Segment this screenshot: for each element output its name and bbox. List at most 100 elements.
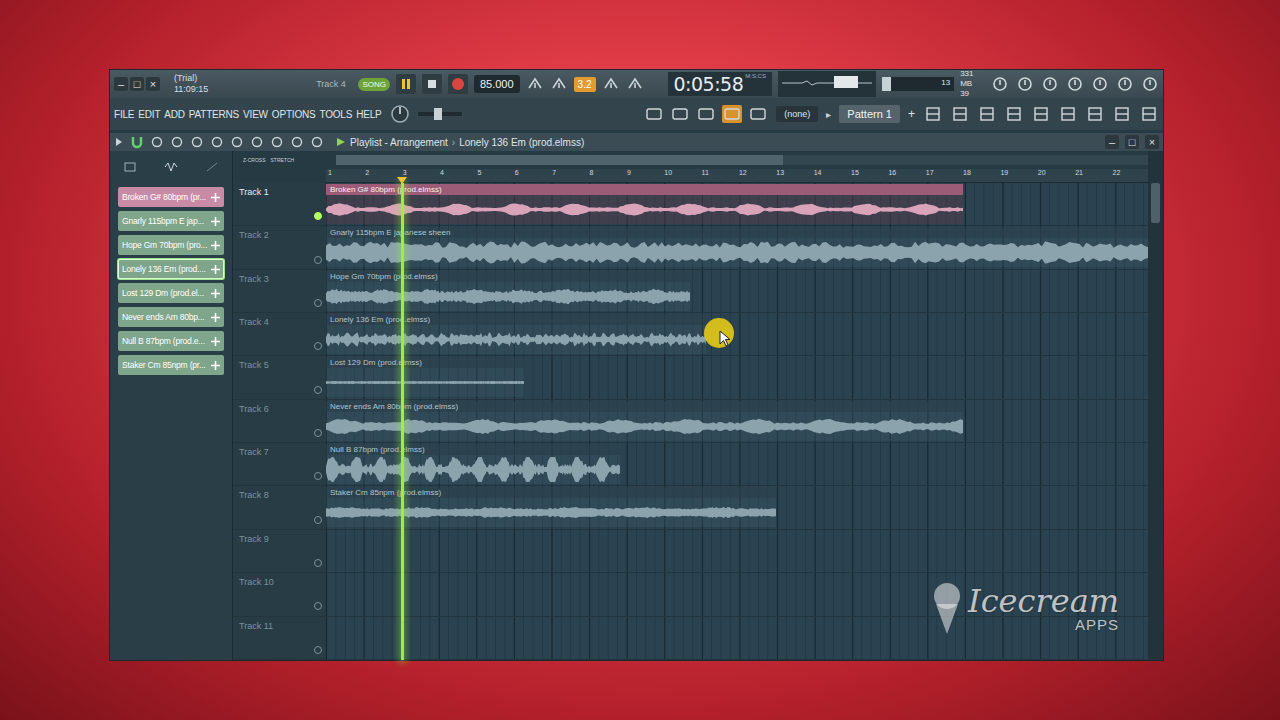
menu-item[interactable]: HELP <box>356 109 381 120</box>
track-header[interactable]: Track 9 <box>233 530 326 572</box>
menu-item[interactable]: EDIT <box>138 109 160 120</box>
track-header[interactable]: Track 5 <box>233 356 326 398</box>
track-header[interactable]: Track 7 <box>233 443 326 485</box>
track-lane[interactable]: Hope Gm 70bpm (prod.elmss) <box>326 270 1148 312</box>
track-header[interactable]: Track 10 <box>233 573 326 615</box>
track-led[interactable] <box>314 299 322 307</box>
track-led[interactable] <box>314 602 322 610</box>
menu-item[interactable]: VIEW <box>243 109 268 120</box>
track-header[interactable]: Track 1 <box>233 183 326 225</box>
channel-selector[interactable]: (none) <box>776 106 818 122</box>
link-icon[interactable] <box>722 105 742 123</box>
drag-handle-icon[interactable] <box>211 265 220 274</box>
pitch-thumb[interactable] <box>434 108 442 120</box>
magnet-icon[interactable] <box>130 135 144 149</box>
pianoroll-icon[interactable] <box>950 105 970 123</box>
audio-clip[interactable]: Lost 129 Dm (prod.elmss) <box>326 357 524 397</box>
track-header[interactable]: Track 3 <box>233 270 326 312</box>
slip-icon[interactable] <box>230 135 244 149</box>
pattern-length-badge[interactable]: 3.2 <box>574 77 596 92</box>
track-lane[interactable]: Staker Cm 85npm (prod.elmss) <box>326 486 1148 528</box>
pause-button[interactable] <box>396 74 416 94</box>
clip-item[interactable]: Staker Cm 85npm (pr... <box>118 355 224 375</box>
scroll-thumb[interactable] <box>1151 183 1160 223</box>
delete-icon[interactable] <box>190 135 204 149</box>
playhead[interactable] <box>401 183 404 660</box>
track-lane[interactable]: Broken G# 80bpm (prod.elmss) <box>326 183 1148 225</box>
playlist-window-button[interactable]: □ <box>1125 135 1139 149</box>
track-led[interactable] <box>314 472 322 480</box>
clip-item[interactable]: Hope Gm 70bpm (pro... <box>118 235 224 255</box>
paint-icon[interactable] <box>170 135 184 149</box>
pattern-arrow[interactable]: ▸ <box>826 109 831 120</box>
track-led[interactable] <box>314 429 322 437</box>
mic-icon[interactable] <box>1041 75 1059 93</box>
play-icon[interactable] <box>310 135 324 149</box>
touch-icon[interactable] <box>1112 105 1132 123</box>
track-lane[interactable]: Null B 87bpm (prod.elmss) <box>326 443 1148 485</box>
add-pattern-button[interactable]: + <box>908 107 915 121</box>
mute-icon[interactable] <box>210 135 224 149</box>
drag-handle-icon[interactable] <box>211 337 220 346</box>
song-time[interactable]: 0:05:58 M:S:CS <box>668 72 772 96</box>
clip-item[interactable]: Lost 129 Dm (prod.el... <box>118 283 224 303</box>
menu-item[interactable]: PATTERNS <box>189 109 239 120</box>
export-icon[interactable] <box>1116 75 1134 93</box>
clip-item[interactable]: Lonely 136 Em (prod.... <box>118 259 224 279</box>
track-led[interactable] <box>314 559 322 567</box>
track-header[interactable]: Track 8 <box>233 486 326 528</box>
menu-item[interactable]: TOOLS <box>319 109 352 120</box>
master-pitch-slider[interactable] <box>418 112 462 116</box>
track-led[interactable] <box>314 516 322 524</box>
zoom-icon[interactable] <box>290 135 304 149</box>
stop-button[interactable] <box>422 74 442 94</box>
drag-handle-icon[interactable] <box>211 217 220 226</box>
track-header[interactable]: Track 4 <box>233 313 326 355</box>
channel-icon[interactable] <box>1004 105 1024 123</box>
loop-icon[interactable] <box>602 76 620 92</box>
slice-icon[interactable] <box>250 135 264 149</box>
automation-tab-icon[interactable] <box>205 161 219 173</box>
window-button[interactable]: – <box>114 77 128 91</box>
drag-handle-icon[interactable] <box>211 193 220 202</box>
track-led[interactable] <box>314 646 322 654</box>
audio-clip[interactable]: Null B 87bpm (prod.elmss) <box>326 444 620 484</box>
track-lane[interactable] <box>326 530 1148 572</box>
step-icon[interactable] <box>626 76 644 92</box>
window-button[interactable]: × <box>146 77 160 91</box>
audio-clip[interactable]: Gnarly 115bpm E japanese sheen <box>326 227 1148 267</box>
audio-clip[interactable]: Hope Gm 70bpm (prod.elmss) <box>326 271 690 311</box>
playlist-window-button[interactable]: × <box>1145 135 1159 149</box>
audio-clip[interactable]: Staker Cm 85npm (prod.elmss) <box>326 487 776 527</box>
record-button[interactable] <box>448 74 468 94</box>
clip-item[interactable]: Gnarly 115bpm E jap... <box>118 211 224 231</box>
brush-icon[interactable] <box>696 105 716 123</box>
chat-icon[interactable] <box>1141 75 1159 93</box>
select-icon[interactable] <box>270 135 284 149</box>
mixer-icon[interactable] <box>977 105 997 123</box>
track-lane[interactable]: Never ends Am 80bpm (prod.elmss) <box>326 400 1148 442</box>
clip-item[interactable]: Never ends Am 80bp... <box>118 307 224 327</box>
browser-icon[interactable] <box>1031 105 1051 123</box>
audio-clip[interactable]: Lonely 136 Em (prod.elmss) <box>326 314 706 354</box>
refresh-icon[interactable] <box>991 75 1009 93</box>
tempo-icon[interactable] <box>1085 105 1105 123</box>
track-lane[interactable]: Lonely 136 Em (prod.elmss) <box>326 313 1148 355</box>
track-lane[interactable] <box>326 617 1148 659</box>
menu-item[interactable]: OPTIONS <box>272 109 316 120</box>
track-lane[interactable]: Gnarly 115bpm E japanese sheen <box>326 226 1148 268</box>
track-led[interactable] <box>314 212 322 220</box>
expand-arrow-icon[interactable] <box>114 137 124 147</box>
save-icon[interactable] <box>1091 75 1109 93</box>
snap-icon[interactable] <box>526 76 544 92</box>
playhead-marker[interactable] <box>397 177 407 184</box>
drag-handle-icon[interactable] <box>211 361 220 370</box>
pattern-tab-icon[interactable] <box>164 161 178 173</box>
track-lane[interactable]: Lost 129 Dm (prod.elmss) <box>326 356 1148 398</box>
swing-icon[interactable] <box>550 76 568 92</box>
drag-handle-icon[interactable] <box>211 241 220 250</box>
track-header[interactable]: Track 2 <box>233 226 326 268</box>
track-led[interactable] <box>314 386 322 394</box>
audio-clip[interactable]: Broken G# 80bpm (prod.elmss) <box>326 184 963 224</box>
stamp-icon[interactable] <box>748 105 768 123</box>
